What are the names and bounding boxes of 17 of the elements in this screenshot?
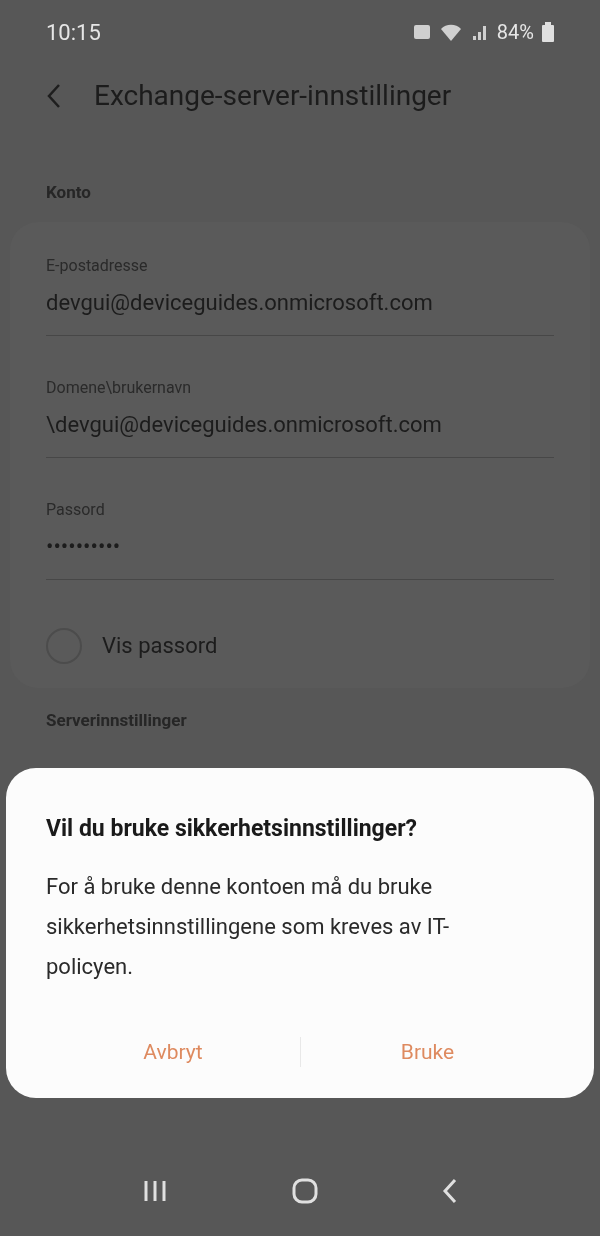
back-icon[interactable] [442,1178,458,1204]
home-icon[interactable] [292,1178,318,1204]
input-field[interactable]: devgui@deviceguides.onmicrosoft.com [46,285,554,319]
dialog-button[interactable]: Bruke [301,1024,554,1080]
dialog-message: For å bruke denne kontoen må du bruke sikkerhetsinnstillingene som kreves av IT-policyen. [46,872,451,981]
wifi-icon [438,22,463,42]
checkbox-label: Vis passord [102,632,218,660]
input-field[interactable]: •••••••••• [46,529,554,563]
recent-apps-icon[interactable] [142,1179,168,1203]
input-field[interactable]: \devgui@deviceguides.onmicrosoft.com [46,407,554,441]
battery-percentage: 84% [496,19,534,46]
page-title: Exchange-server-innstillinger [94,78,452,114]
battery-icon [542,22,554,42]
dialog-button[interactable]: Avbryt [46,1024,300,1080]
dialog-title: Vil du bruke sikkerhetsinnstillinger? [46,814,419,844]
signal-icon [470,23,489,41]
status-time: 10:15 [46,18,101,47]
